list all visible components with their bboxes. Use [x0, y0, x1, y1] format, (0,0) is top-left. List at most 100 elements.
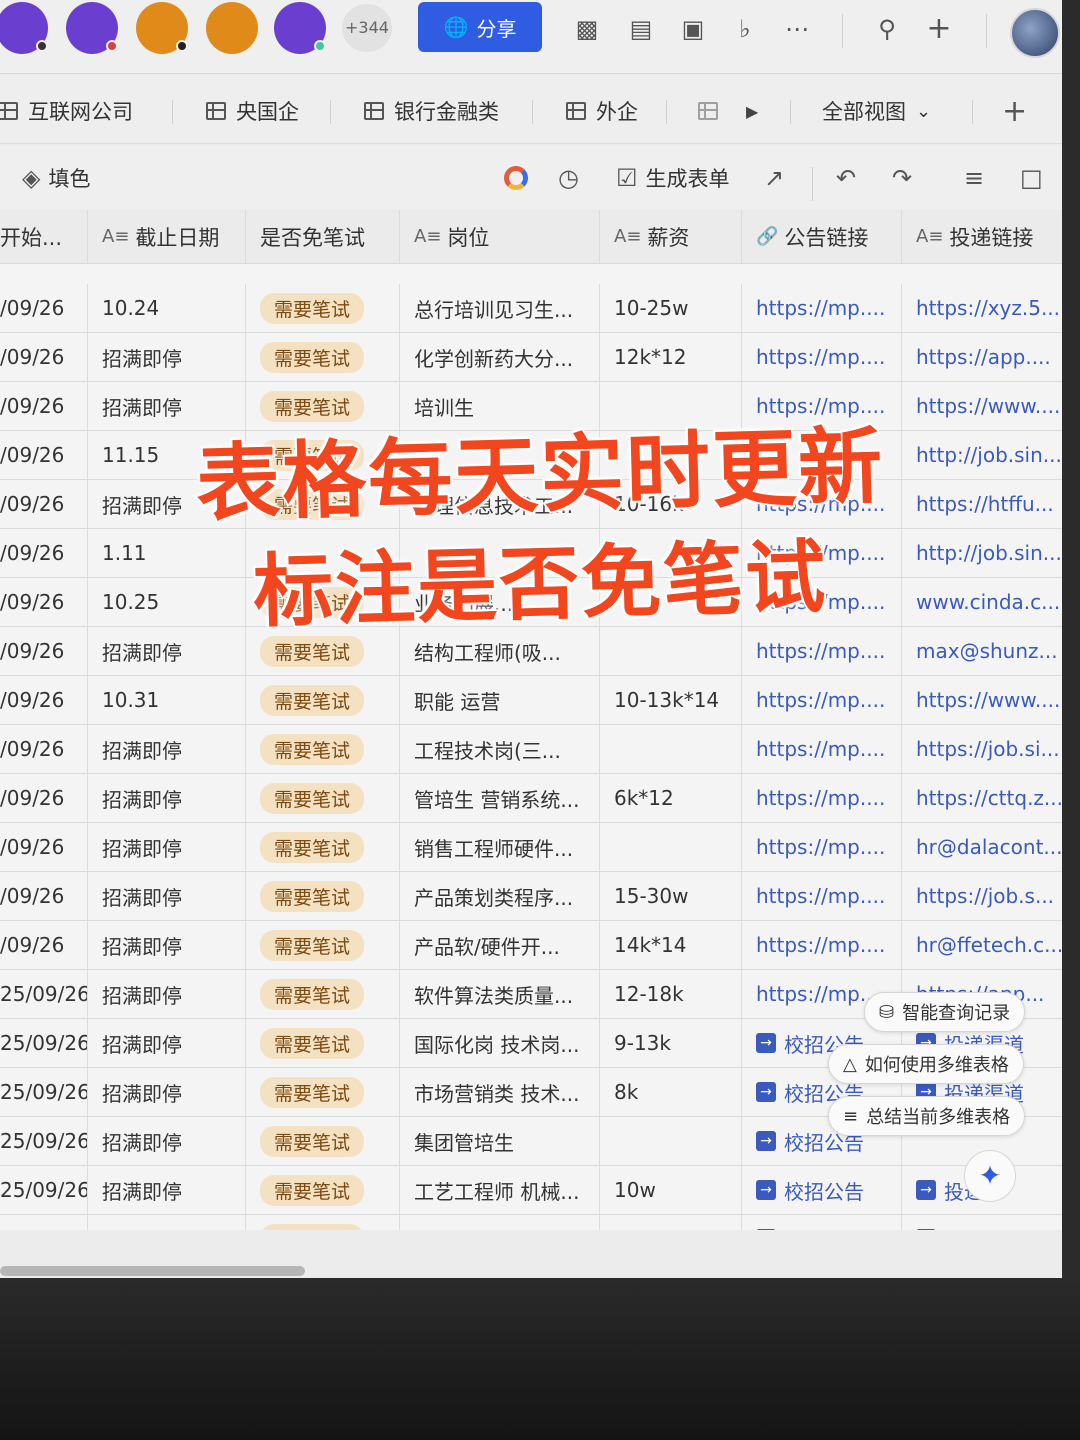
cell-apply[interactable]: hr@ffetech.c...: [902, 921, 1062, 969]
cell-start[interactable]: 25/09/26: [0, 1068, 88, 1116]
cell-post[interactable]: 工艺工程师 机械...: [400, 1166, 600, 1214]
cell-notice[interactable]: https://mp....: [742, 921, 902, 969]
cell-notice[interactable]: https://mp....: [742, 333, 902, 381]
table-row[interactable]: 25/09/26 招满即停 需要笔试 外贸业务员 采购... → 校招公告 → 投递渠道: [0, 1215, 1062, 1230]
undo-icon[interactable]: ↶: [836, 163, 856, 193]
cell-notice[interactable]: https://mp....: [742, 725, 902, 773]
table-row[interactable]: /09/26 10.31 需要笔试 职能 运营 10-13k*14 https://mp.…: [0, 676, 1062, 725]
cell-start[interactable]: 25/09/26: [0, 970, 88, 1018]
cell-deadline[interactable]: 招满即停: [88, 1117, 246, 1165]
cell-post[interactable]: 产品策划类程序...: [400, 872, 600, 920]
cell-start[interactable]: /09/26: [0, 676, 88, 724]
cell-apply[interactable]: https://app....: [902, 333, 1062, 381]
tab-internet-company[interactable]: 互联网公司: [0, 96, 133, 126]
cell-notice[interactable]: https://mp....: [742, 676, 902, 724]
cell-salary[interactable]: [600, 725, 742, 773]
cell-salary[interactable]: 10w: [600, 1166, 742, 1214]
cell-post[interactable]: 外贸业务员 采购...: [400, 1215, 600, 1230]
cell-apply[interactable]: https://www....: [902, 676, 1062, 724]
add-icon[interactable]: +: [924, 14, 954, 44]
cell-salary[interactable]: 14k*14: [600, 921, 742, 969]
cell-deadline[interactable]: 招满即停: [88, 1068, 246, 1116]
cell-apply[interactable]: max@shunz...: [902, 627, 1062, 675]
cell-notice[interactable]: https://mp....: [742, 627, 902, 675]
cell-deadline[interactable]: 招满即停: [88, 725, 246, 773]
share-out-icon[interactable]: ↗: [764, 163, 784, 193]
more-collaborators-count[interactable]: +344: [342, 4, 392, 52]
cell-deadline[interactable]: 招满即停: [88, 333, 246, 381]
cell-salary[interactable]: [600, 627, 742, 675]
cell-salary[interactable]: 15-30w: [600, 872, 742, 920]
document-icon[interactable]: ▤: [626, 14, 656, 44]
find-icon[interactable]: ≡: [964, 163, 984, 193]
tab-bank-finance[interactable]: 银行金融类: [364, 96, 499, 126]
cell-exam[interactable]: 需要笔试: [246, 725, 400, 773]
search-icon[interactable]: ⚲: [872, 14, 902, 44]
comment-icon[interactable]: □: [1020, 163, 1043, 193]
cell-exam[interactable]: 需要笔试: [246, 1068, 400, 1116]
ai-howto-button[interactable]: △ 如何使用多维表格: [828, 1044, 1024, 1084]
column-header-post[interactable]: A≡ 岗位: [400, 210, 600, 263]
cell-salary[interactable]: [600, 1117, 742, 1165]
cell-exam[interactable]: 需要笔试: [246, 872, 400, 920]
column-header-exam[interactable]: 是否免笔试: [246, 210, 400, 263]
cell-salary[interactable]: 12-18k: [600, 970, 742, 1018]
table-row[interactable]: 25/09/26 招满即停 需要笔试 工艺工程师 机械... 10w → 校招公告 → 投递: [0, 1166, 1062, 1215]
collaborator-avatar[interactable]: [206, 2, 258, 54]
cell-apply[interactable]: https://job.si...: [902, 725, 1062, 773]
robot-icon[interactable]: ▩: [572, 14, 602, 44]
cell-post[interactable]: 市场营销类 技术...: [400, 1068, 600, 1116]
cell-post[interactable]: 化学创新药大分...: [400, 333, 600, 381]
ai-summarize-button[interactable]: ≡ 总结当前多维表格: [828, 1096, 1026, 1136]
cell-exam[interactable]: 需要笔试: [246, 970, 400, 1018]
cell-exam[interactable]: 需要笔试: [246, 676, 400, 724]
cell-deadline[interactable]: 招满即停: [88, 1019, 246, 1067]
cell-exam[interactable]: 需要笔试: [246, 823, 400, 871]
cell-exam[interactable]: 需要笔试: [246, 1117, 400, 1165]
plugin-icon[interactable]: ▣: [678, 14, 708, 44]
cell-start[interactable]: /09/26: [0, 921, 88, 969]
column-header-salary[interactable]: A≡ 薪资: [600, 210, 742, 263]
cell-post[interactable]: 职能 运营: [400, 676, 600, 724]
cell-salary[interactable]: 8k: [600, 1068, 742, 1116]
cell-notice[interactable]: → 校招公告: [742, 1215, 902, 1230]
table-row[interactable]: /09/26 招满即停 需要笔试 化学创新药大分... 12k*12 https://mp…: [0, 333, 1062, 382]
cell-notice[interactable]: https://mp....: [742, 284, 902, 332]
cell-exam[interactable]: 需要笔试: [246, 333, 400, 381]
table-row[interactable]: /09/26 10.24 需要笔试 总行培训见习生... 10-25w https://m…: [0, 284, 1062, 333]
cell-exam[interactable]: 需要笔试: [246, 921, 400, 969]
generate-form-button[interactable]: ☑ 生成表单: [616, 163, 730, 193]
column-header-apply-link[interactable]: A≡ 投递链接: [902, 210, 1062, 263]
cell-notice[interactable]: → 校招公告: [742, 1166, 902, 1214]
all-views-dropdown[interactable]: 全部视图 ⌄: [822, 96, 931, 126]
user-avatar[interactable]: [1010, 8, 1060, 58]
cell-exam[interactable]: 需要笔试: [246, 774, 400, 822]
cell-apply[interactable]: hr@dalacont...: [902, 823, 1062, 871]
cell-start[interactable]: /09/26: [0, 725, 88, 773]
redo-icon[interactable]: ↷: [892, 163, 912, 193]
table-row[interactable]: /09/26 招满即停 需要笔试 产品软/硬件开... 14k*14 https://mp…: [0, 921, 1062, 970]
cell-post[interactable]: 软件算法类质量...: [400, 970, 600, 1018]
collaborator-avatar[interactable]: [66, 2, 118, 54]
cell-exam[interactable]: 需要笔试: [246, 1166, 400, 1214]
color-wheel-icon[interactable]: [504, 163, 528, 193]
bell-icon[interactable]: ♭: [730, 14, 760, 44]
cell-post[interactable]: 产品软/硬件开...: [400, 921, 600, 969]
cell-salary[interactable]: 9-13k: [600, 1019, 742, 1067]
table-row[interactable]: /09/26 招满即停 需要笔试 产品策划类程序... 15-30w https://mp…: [0, 872, 1062, 921]
cell-deadline[interactable]: 招满即停: [88, 774, 246, 822]
collaborator-avatar[interactable]: [0, 2, 48, 54]
tab-state-owned[interactable]: 央国企: [206, 96, 299, 126]
cell-notice[interactable]: https://mp....: [742, 872, 902, 920]
table-row[interactable]: /09/26 招满即停 需要笔试 管培生 营销系统... 6k*12 https://mp…: [0, 774, 1062, 823]
collaborator-avatar[interactable]: [274, 2, 326, 54]
cell-start[interactable]: 25/09/26: [0, 1117, 88, 1165]
cell-salary[interactable]: [600, 1215, 742, 1230]
cell-deadline[interactable]: 招满即停: [88, 1166, 246, 1214]
cell-deadline[interactable]: 10.31: [88, 676, 246, 724]
cell-exam[interactable]: 需要笔试: [246, 284, 400, 332]
tabs-scroll-right-icon[interactable]: ▶: [746, 96, 758, 126]
ai-assistant-star-icon[interactable]: ✦: [964, 1150, 1016, 1202]
history-icon[interactable]: ◷: [558, 163, 579, 193]
cell-exam[interactable]: 需要笔试: [246, 1019, 400, 1067]
